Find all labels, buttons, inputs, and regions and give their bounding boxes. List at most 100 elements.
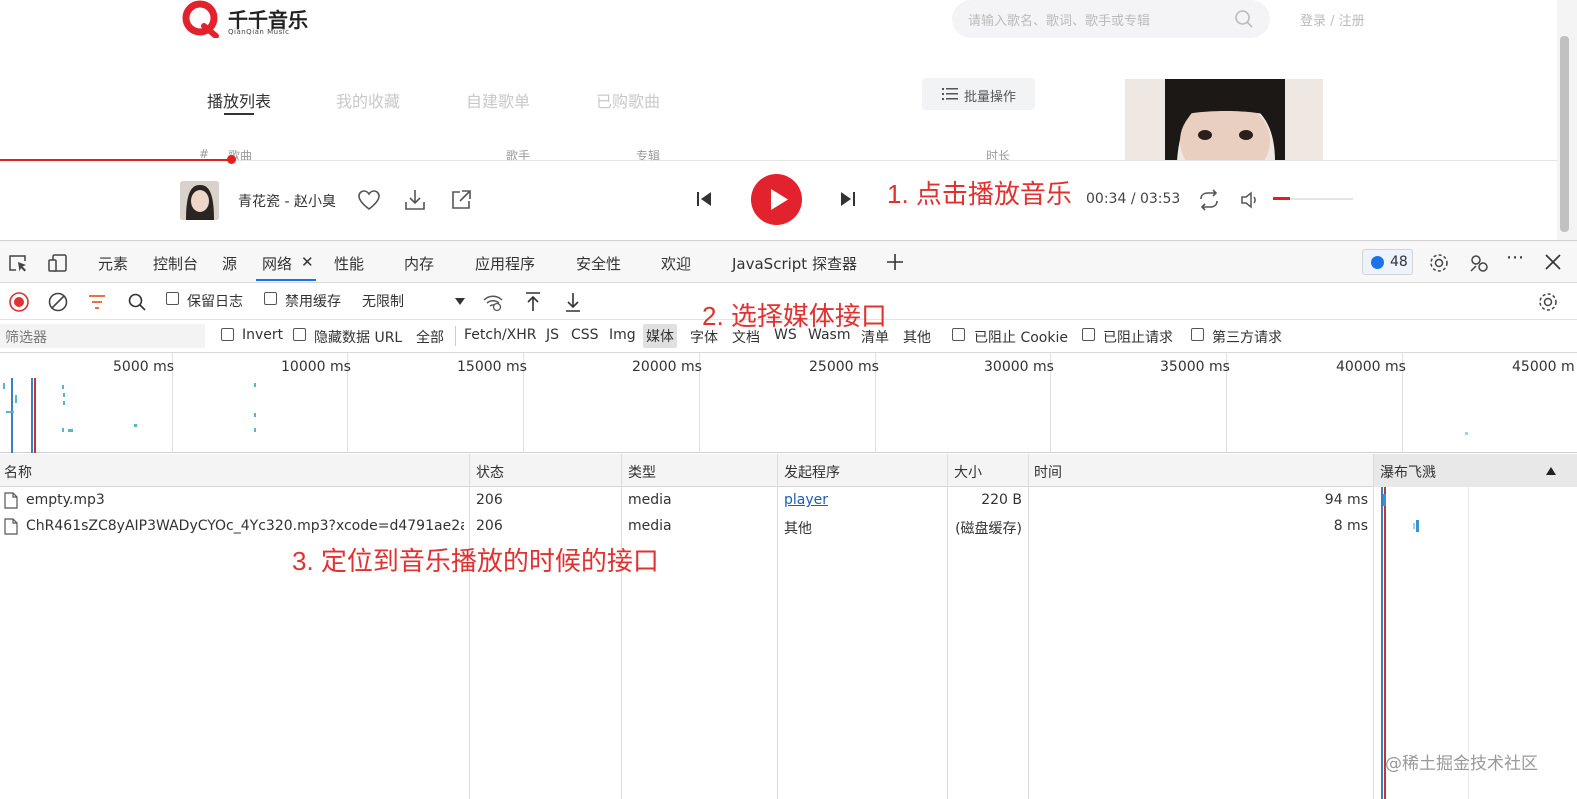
- overview-tick: 40000 ms: [1336, 359, 1406, 375]
- play-icon: [771, 189, 788, 210]
- filter-all[interactable]: 全部: [416, 327, 444, 347]
- page-scrollbar-thumb[interactable]: [1560, 36, 1569, 232]
- repeat-icon[interactable]: [1196, 187, 1222, 213]
- play-button[interactable]: [751, 174, 802, 225]
- qianqian-logo-icon[interactable]: [182, 0, 220, 38]
- device-emulation-icon[interactable]: [47, 252, 69, 274]
- filter-other[interactable]: 其他: [903, 327, 931, 347]
- more-options-icon[interactable]: ⋯: [1506, 247, 1524, 268]
- close-devtools-icon[interactable]: [1544, 253, 1562, 271]
- inspect-element-icon[interactable]: [7, 252, 29, 274]
- preserve-log-label: 保留日志: [187, 294, 243, 310]
- filter-js[interactable]: JS: [546, 327, 559, 343]
- search-icon[interactable]: [127, 292, 147, 312]
- album-cover-image: [180, 181, 219, 220]
- disable-cache-checkbox[interactable]: [264, 292, 277, 305]
- customize-icon[interactable]: [1468, 252, 1490, 274]
- search-icon[interactable]: [1234, 9, 1254, 29]
- share-icon[interactable]: [448, 187, 474, 213]
- disable-cache-label: 禁用缓存: [285, 294, 341, 310]
- playback-progress-fill: [0, 159, 232, 161]
- volume-icon[interactable]: [1239, 190, 1259, 210]
- tab-elements[interactable]: 元素: [98, 253, 128, 274]
- tab-playlist[interactable]: 播放列表: [207, 88, 271, 112]
- invert-checkbox[interactable]: [221, 328, 234, 341]
- search-placeholder: 请输入歌名、歌词、歌手或专辑: [968, 14, 1151, 29]
- blocked-requests-checkbox[interactable]: [1082, 328, 1095, 341]
- total-time: 03:53: [1139, 191, 1181, 207]
- close-tab-icon[interactable]: ✕: [301, 253, 314, 271]
- tab-memory[interactable]: 内存: [404, 253, 434, 274]
- filter-fetch-xhr[interactable]: Fetch/XHR: [464, 327, 537, 343]
- page-scrollbar[interactable]: [1557, 0, 1577, 240]
- blocked-cookies-label: 已阻止 Cookie: [974, 330, 1068, 346]
- preserve-log-checkbox[interactable]: [166, 292, 179, 305]
- column-status[interactable]: 状态: [476, 462, 504, 482]
- filter-media[interactable]: 媒体: [643, 324, 677, 348]
- tab-custom-playlists[interactable]: 自建歌单: [466, 88, 530, 112]
- overview-tick: 35000 ms: [1160, 359, 1230, 375]
- table-row[interactable]: empty.mp3 206 media player 220 B 94 ms: [0, 488, 1577, 514]
- request-type: media: [628, 518, 672, 534]
- volume-slider-fill: [1273, 197, 1290, 200]
- filter-input[interactable]: 筛选器: [0, 324, 205, 348]
- tab-js-profiler[interactable]: JavaScript 探查器: [732, 253, 857, 274]
- request-initiator-link[interactable]: player: [784, 492, 828, 508]
- hide-data-url-checkbox[interactable]: [293, 328, 306, 341]
- column-initiator[interactable]: 发起程序: [784, 462, 840, 482]
- tab-security[interactable]: 安全性: [576, 253, 621, 274]
- waterfall-bar: [1416, 520, 1419, 532]
- network-overview-timeline[interactable]: 5000 ms 10000 ms 15000 ms 20000 ms 25000…: [0, 353, 1577, 453]
- network-settings-icon[interactable]: [1537, 291, 1559, 313]
- filter-img[interactable]: Img: [609, 327, 636, 343]
- filter-css[interactable]: CSS: [571, 327, 599, 343]
- batch-operation-button[interactable]: 批量操作: [922, 78, 1035, 110]
- filter-icon[interactable]: [87, 292, 107, 312]
- active-tab-indicator: [256, 279, 316, 281]
- table-row[interactable]: ChR461sZC8yAIP3WADyCYOc_4Yc320.mp3?xcode…: [0, 514, 1577, 540]
- column-size[interactable]: 大小: [954, 462, 982, 482]
- playback-progress-handle[interactable]: [227, 155, 236, 164]
- issues-badge[interactable]: 48: [1362, 249, 1413, 275]
- record-stop-icon[interactable]: [8, 291, 30, 313]
- column-type[interactable]: 类型: [628, 462, 656, 482]
- request-status: 206: [476, 492, 503, 508]
- artist-photo-image: [1125, 79, 1323, 161]
- tab-sources[interactable]: 源: [222, 253, 237, 274]
- chevron-down-icon[interactable]: [454, 297, 466, 307]
- request-name[interactable]: ChR461sZC8yAIP3WADyCYOc_4Yc320.mp3?xcode…: [26, 518, 464, 534]
- album-cover[interactable]: [180, 181, 219, 220]
- clear-icon[interactable]: [47, 291, 69, 313]
- overview-activity-marks: [3, 378, 256, 453]
- download-icon[interactable]: [402, 187, 428, 213]
- tab-console[interactable]: 控制台: [153, 253, 198, 274]
- column-time[interactable]: 时间: [1034, 462, 1062, 482]
- tab-application[interactable]: 应用程序: [475, 253, 535, 274]
- import-har-icon[interactable]: [523, 290, 543, 314]
- tab-favorites[interactable]: 我的收藏: [336, 88, 400, 112]
- artist-photo: [1125, 79, 1323, 161]
- network-conditions-icon[interactable]: [482, 292, 504, 312]
- column-name[interactable]: 名称: [4, 462, 32, 482]
- column-waterfall[interactable]: 瀑布飞溅: [1380, 462, 1436, 482]
- tab-performance[interactable]: 性能: [334, 253, 364, 274]
- login-register-link[interactable]: 登录 / 注册: [1300, 10, 1365, 29]
- add-tab-icon[interactable]: [885, 252, 905, 272]
- blocked-cookies-checkbox[interactable]: [952, 328, 965, 341]
- settings-gear-icon[interactable]: [1428, 252, 1450, 274]
- heart-icon[interactable]: [356, 187, 382, 213]
- tab-welcome[interactable]: 欢迎: [661, 253, 691, 274]
- tab-network[interactable]: 网络: [262, 253, 292, 274]
- overview-activity-dot: [1465, 432, 1468, 435]
- export-har-icon[interactable]: [563, 290, 583, 314]
- request-name[interactable]: empty.mp3: [26, 492, 464, 508]
- third-party-label: 第三方请求: [1212, 330, 1282, 346]
- third-party-checkbox[interactable]: [1191, 328, 1204, 341]
- sort-ascending-icon[interactable]: [1545, 466, 1557, 476]
- overview-tick: 25000 ms: [809, 359, 879, 375]
- search-box[interactable]: 请输入歌名、歌词、歌手或专辑: [952, 0, 1270, 38]
- throttling-select[interactable]: 无限制: [362, 291, 404, 311]
- tab-purchased[interactable]: 已购歌曲: [596, 88, 660, 112]
- previous-track-icon[interactable]: [694, 189, 714, 209]
- next-track-icon[interactable]: [838, 189, 858, 209]
